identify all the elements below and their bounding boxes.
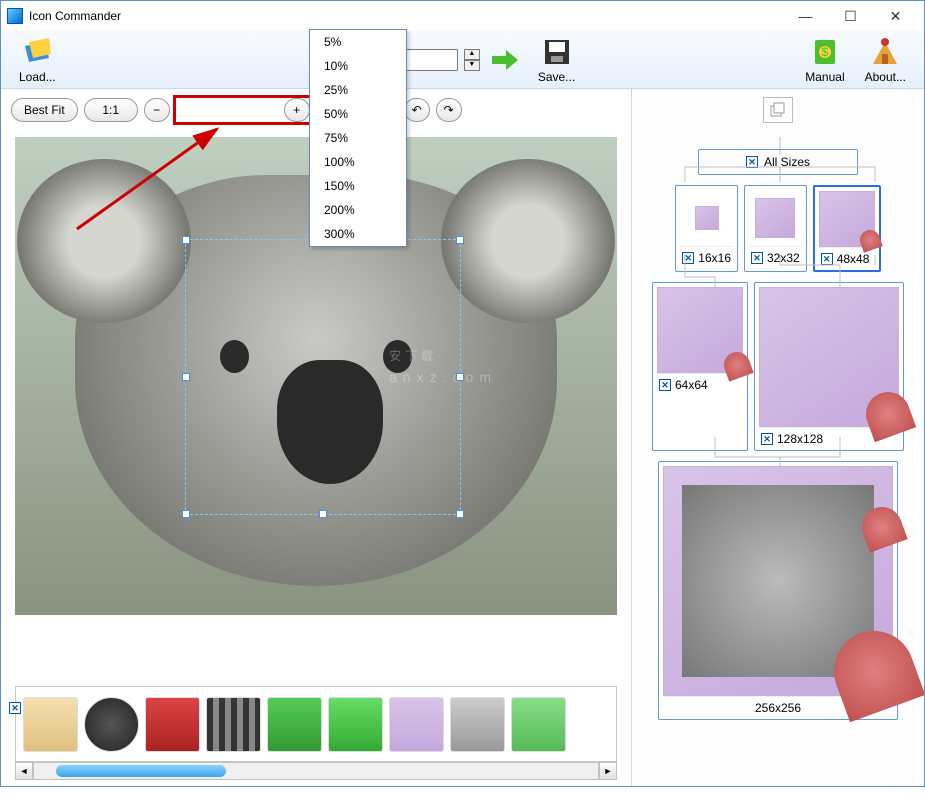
crop-handle[interactable] xyxy=(182,510,190,518)
close-button[interactable]: ✕ xyxy=(873,2,918,30)
plus-icon: + xyxy=(293,103,300,117)
scroll-right-button[interactable]: ► xyxy=(599,762,617,780)
scroll-left-button[interactable]: ◄ xyxy=(15,762,33,780)
close-x-icon[interactable]: ✕ xyxy=(751,252,763,264)
size-thumb xyxy=(819,191,875,247)
size-thumb xyxy=(663,466,893,696)
format-spinner[interactable]: ▲ ▼ xyxy=(464,49,480,71)
about-label: About... xyxy=(865,70,906,84)
close-x-icon[interactable]: ✕ xyxy=(746,156,758,168)
ratio-label: 1:1 xyxy=(102,103,119,117)
svg-text:$: $ xyxy=(822,45,829,59)
size-card-128[interactable]: ✕ 128x128 xyxy=(754,282,904,451)
close-x-icon[interactable]: ✕ xyxy=(821,253,833,265)
zoom-option[interactable]: 10% xyxy=(310,54,406,78)
style-thumb[interactable] xyxy=(84,697,139,752)
sizes-panel: ✕ All Sizes ✕ 16x16 ✕ 32x32 ✕ 48x48 xyxy=(631,89,924,786)
all-sizes-label: All Sizes xyxy=(764,155,810,169)
crop-handle[interactable] xyxy=(456,510,464,518)
crop-handle[interactable] xyxy=(456,236,464,244)
manual-button[interactable]: $ Manual xyxy=(805,36,844,84)
close-x-icon[interactable]: ✕ xyxy=(682,252,694,264)
maximize-button[interactable]: ☐ xyxy=(828,2,873,30)
arrow-right-icon xyxy=(488,44,520,76)
style-thumb[interactable] xyxy=(267,697,322,752)
rotate-ccw-button[interactable]: ↶ xyxy=(404,98,430,122)
minus-icon: − xyxy=(153,103,160,117)
zoom-option[interactable]: 75% xyxy=(310,126,406,150)
save-button[interactable]: Save... xyxy=(538,36,575,84)
all-sizes-node[interactable]: ✕ All Sizes xyxy=(698,149,858,175)
crop-handle[interactable] xyxy=(182,236,190,244)
size-card-64[interactable]: ✕ 64x64 xyxy=(652,282,748,451)
save-label: Save... xyxy=(538,70,575,84)
zoom-option[interactable]: 25% xyxy=(310,78,406,102)
best-fit-button[interactable]: Best Fit xyxy=(11,98,78,122)
load-label: Load... xyxy=(19,70,56,84)
size-thumb xyxy=(755,198,795,238)
size-thumb xyxy=(695,206,719,230)
titlebar: Icon Commander — ☐ ✕ xyxy=(1,1,924,31)
style-thumb[interactable] xyxy=(389,697,444,752)
ratio-button[interactable]: 1:1 xyxy=(84,98,138,122)
size-card-32[interactable]: ✕ 32x32 xyxy=(744,185,807,272)
size-label: 64x64 xyxy=(675,378,708,392)
size-label: 48x48 xyxy=(837,252,870,266)
zoom-out-button[interactable]: − xyxy=(144,98,170,122)
style-thumb[interactable] xyxy=(328,697,383,752)
rotate-ccw-icon: ↶ xyxy=(412,103,422,117)
rotate-cw-button[interactable]: ↷ xyxy=(436,98,462,122)
load-button[interactable]: Load... xyxy=(19,36,56,84)
manual-label: Manual xyxy=(805,70,844,84)
zoom-dropdown[interactable]: 5% 10% 25% 50% 75% 100% 150% 200% 300% xyxy=(309,29,407,247)
app-title: Icon Commander xyxy=(29,9,783,23)
load-icon xyxy=(21,36,53,68)
zoom-option[interactable]: 50% xyxy=(310,102,406,126)
style-thumbstrip[interactable]: Create... xyxy=(15,686,617,762)
size-label: 128x128 xyxy=(777,432,823,446)
thumbstrip-scrollbar[interactable]: ◄ ► xyxy=(15,762,617,780)
zoom-in-button[interactable]: + xyxy=(284,98,310,122)
rotate-cw-icon: ↷ xyxy=(444,103,454,117)
spin-down-icon[interactable]: ▼ xyxy=(464,60,480,71)
minimize-button[interactable]: — xyxy=(783,2,828,30)
size-label: 32x32 xyxy=(767,251,800,265)
scroll-track[interactable] xyxy=(33,762,599,780)
zoom-option[interactable]: 300% xyxy=(310,222,406,246)
scroll-thumb[interactable] xyxy=(56,765,226,777)
size-thumb xyxy=(657,287,743,373)
style-thumb[interactable] xyxy=(450,697,505,752)
crop-selection[interactable] xyxy=(185,239,461,515)
zoom-option[interactable]: 100% xyxy=(310,150,406,174)
style-thumb[interactable] xyxy=(511,697,566,752)
close-x-icon[interactable]: ✕ xyxy=(659,379,671,391)
zoom-option[interactable]: 200% xyxy=(310,198,406,222)
style-thumb[interactable] xyxy=(145,697,200,752)
crop-handle[interactable] xyxy=(182,373,190,381)
size-thumb xyxy=(759,287,899,427)
zoom-option[interactable]: 5% xyxy=(310,30,406,54)
size-card-48[interactable]: ✕ 48x48 xyxy=(813,185,881,272)
stack-icon xyxy=(763,97,793,123)
about-button[interactable]: About... xyxy=(865,36,906,84)
style-thumb[interactable] xyxy=(23,697,78,752)
close-x-icon[interactable]: ✕ xyxy=(761,433,773,445)
spin-up-icon[interactable]: ▲ xyxy=(464,49,480,60)
manual-icon: $ xyxy=(809,36,841,68)
main-toolbar: Load... t: ▲ ▼ Save... $ Manual About... xyxy=(1,31,924,89)
save-icon xyxy=(541,36,573,68)
size-label: 256x256 xyxy=(755,701,801,715)
zoom-option[interactable]: 150% xyxy=(310,174,406,198)
crop-handle[interactable] xyxy=(319,510,327,518)
about-icon xyxy=(869,36,901,68)
style-thumb[interactable] xyxy=(206,697,261,752)
size-label: 16x16 xyxy=(698,251,731,265)
app-icon xyxy=(7,8,23,24)
size-card-16[interactable]: ✕ 16x16 xyxy=(675,185,738,272)
size-card-256[interactable]: ✕256x256 xyxy=(658,461,898,720)
crop-handle[interactable] xyxy=(456,373,464,381)
best-fit-label: Best Fit xyxy=(24,103,65,117)
